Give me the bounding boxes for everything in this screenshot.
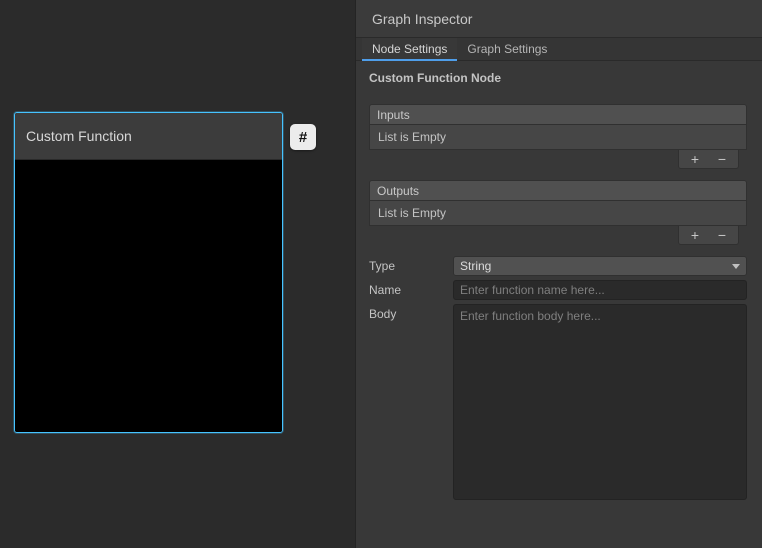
hash-badge-icon[interactable]: #	[290, 124, 316, 150]
type-label: Type	[369, 256, 453, 273]
function-body-textarea[interactable]	[453, 304, 747, 500]
inspector-tab-bar: Node Settings Graph Settings	[356, 38, 762, 61]
tab-graph-settings[interactable]: Graph Settings	[457, 38, 557, 60]
inputs-list: Inputs List is Empty + −	[369, 104, 747, 169]
body-field-row: Body	[369, 304, 747, 505]
body-label: Body	[369, 304, 453, 321]
tab-node-settings[interactable]: Node Settings	[362, 38, 457, 60]
inputs-list-header: Inputs	[369, 104, 747, 125]
section-title: Custom Function Node	[369, 71, 747, 85]
outputs-list-footer-wrap: + −	[369, 226, 747, 245]
inputs-list-footer: + −	[678, 150, 739, 169]
custom-function-node[interactable]: Custom Function	[14, 112, 283, 433]
node-header[interactable]: Custom Function	[15, 113, 282, 160]
inputs-list-footer-wrap: + −	[369, 150, 747, 169]
type-field-row: Type String	[369, 256, 747, 276]
outputs-list-header: Outputs	[369, 180, 747, 201]
outputs-empty-label: List is Empty	[378, 206, 446, 220]
graph-inspector-panel: Graph Inspector Node Settings Graph Sett…	[355, 0, 762, 548]
inputs-empty-row: List is Empty	[369, 125, 747, 150]
inputs-list-title: Inputs	[377, 108, 410, 122]
inspector-title: Graph Inspector	[372, 11, 472, 27]
inspector-content: Custom Function Node Inputs List is Empt…	[356, 61, 762, 505]
type-dropdown-value: String	[460, 259, 491, 273]
name-field-row: Name	[369, 280, 747, 300]
outputs-list: Outputs List is Empty + −	[369, 180, 747, 245]
outputs-list-footer: + −	[678, 226, 739, 245]
outputs-add-button[interactable]: +	[684, 227, 706, 244]
outputs-empty-row: List is Empty	[369, 201, 747, 226]
function-name-input[interactable]	[453, 280, 747, 300]
node-body-preview	[15, 160, 282, 432]
name-label: Name	[369, 280, 453, 297]
chevron-down-icon	[732, 264, 740, 269]
inputs-empty-label: List is Empty	[378, 130, 446, 144]
outputs-list-title: Outputs	[377, 184, 419, 198]
inspector-header: Graph Inspector	[356, 0, 762, 38]
graph-canvas[interactable]: Custom Function #	[0, 0, 355, 548]
outputs-remove-button[interactable]: −	[711, 227, 733, 244]
inputs-add-button[interactable]: +	[684, 151, 706, 168]
inputs-remove-button[interactable]: −	[711, 151, 733, 168]
type-dropdown[interactable]: String	[453, 256, 747, 276]
node-title: Custom Function	[26, 128, 132, 144]
